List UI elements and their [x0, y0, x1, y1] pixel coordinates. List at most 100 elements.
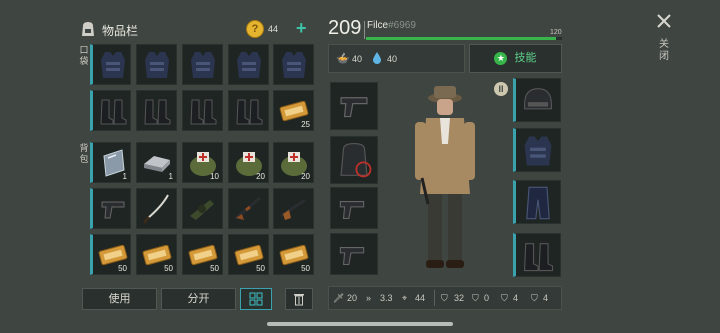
- player-name: Filce: [367, 20, 389, 31]
- pistol-icon: [339, 247, 365, 266]
- inventory-slot-ticket[interactable]: 50: [273, 234, 314, 275]
- inventory-slot-vest[interactable]: [273, 44, 314, 85]
- hp-bar-fill: [366, 37, 557, 40]
- attack-icon: 🗡: [333, 293, 345, 303]
- inventory-slot-ticket[interactable]: 50: [136, 234, 177, 275]
- shield-icon: ⛉: [472, 293, 479, 303]
- inventory-slot-boots[interactable]: [182, 90, 223, 131]
- inventory-slot-katana[interactable]: [136, 188, 177, 229]
- item-count: 20: [256, 172, 265, 181]
- shield-b-value: 4: [513, 293, 519, 303]
- attack-value: 20: [347, 293, 358, 303]
- pistol-icon: [339, 201, 365, 220]
- inventory-slot-ticket[interactable]: 25: [273, 90, 314, 131]
- equip-slot-pants[interactable]: [513, 180, 561, 224]
- tactical-vest-icon: [191, 52, 215, 78]
- hunger-icon: 🍲: [336, 53, 350, 65]
- pockets-section-label: 口袋: [79, 45, 89, 66]
- inventory-slot-vest[interactable]: [90, 44, 131, 85]
- inventory-slot-medkit[interactable]: 10: [182, 142, 223, 183]
- inventory-title: 物品栏: [102, 24, 139, 38]
- stats-divider: [434, 290, 435, 306]
- trash-icon: [294, 294, 304, 306]
- inventory-slot-ticket[interactable]: 50: [90, 234, 131, 275]
- grenade-launcher-icon: [190, 200, 214, 220]
- tactical-vest-icon: [524, 136, 552, 166]
- item-count: 50: [210, 264, 219, 273]
- item-count: 1: [168, 172, 173, 181]
- equip-slot-pistol[interactable]: [330, 82, 378, 130]
- equip-slot-pistol[interactable]: [330, 187, 378, 229]
- item-count: 50: [256, 264, 265, 273]
- pistol-icon: [101, 201, 125, 219]
- level-divider: [364, 21, 365, 39]
- home-indicator: [267, 322, 453, 326]
- helmet-icon: [524, 88, 552, 110]
- equip-slot-pistol[interactable]: [330, 233, 378, 275]
- inventory-slot-ingot[interactable]: 1: [136, 142, 177, 183]
- speed-icon: »: [366, 293, 372, 303]
- trash-button[interactable]: [285, 288, 313, 310]
- speed-value: 3.3: [380, 293, 393, 303]
- split-button[interactable]: 分开: [161, 288, 236, 310]
- inventory-slot-medkit[interactable]: 20: [273, 142, 314, 183]
- tactical-vest-icon: [237, 52, 261, 78]
- hunger-value: 40: [352, 54, 363, 64]
- shield-a-value: 0: [484, 293, 490, 303]
- backpack-icon: [340, 142, 372, 178]
- equip-slot-helmet[interactable]: [513, 78, 561, 122]
- inventory-slot-launcher[interactable]: [182, 188, 223, 229]
- item-count: 1: [122, 172, 127, 181]
- boots-icon: [100, 99, 127, 125]
- inventory-slot-boots[interactable]: [136, 90, 177, 131]
- star-icon: ★: [494, 52, 508, 65]
- pistol-icon: [340, 97, 368, 118]
- tactical-vest-icon: [282, 52, 306, 78]
- shield-icon: ⛉: [531, 293, 538, 303]
- grid-icon: [249, 292, 263, 306]
- close-icon: [657, 14, 671, 28]
- equip-slot-vest[interactable]: [513, 128, 561, 172]
- close-label: 关闭: [659, 39, 669, 62]
- item-count: 50: [164, 264, 173, 273]
- item-count: 25: [301, 120, 310, 129]
- inventory-slot-ticket[interactable]: 50: [182, 234, 223, 275]
- inventory-slot-boots[interactable]: [90, 90, 131, 131]
- inventory-slot-medkit[interactable]: 20: [228, 142, 269, 183]
- inventory-slot-rifle[interactable]: [273, 188, 314, 229]
- inventory-slot-boots[interactable]: [228, 90, 269, 131]
- grid-view-button[interactable]: [240, 288, 272, 310]
- add-coins-button[interactable]: +: [296, 18, 307, 39]
- coin-icon: ?: [246, 20, 264, 38]
- inventory-slot-shotgun[interactable]: [228, 188, 269, 229]
- character-model: [415, 86, 475, 268]
- hp-bar: [366, 37, 562, 40]
- item-count: 50: [118, 264, 127, 273]
- close-button[interactable]: 关闭: [652, 12, 676, 74]
- player-name-line: Filce#6969: [367, 20, 416, 31]
- inventory-slot-pistol[interactable]: [90, 188, 131, 229]
- item-count: 20: [301, 172, 310, 181]
- info-icon[interactable]: ll: [494, 82, 508, 96]
- shotgun-icon: [235, 196, 261, 220]
- backpack-icon: [79, 20, 97, 38]
- boots-icon: [144, 99, 171, 125]
- skills-button[interactable]: ★ 技能: [469, 44, 562, 73]
- equip-slot-backpack[interactable]: [330, 136, 378, 184]
- inventory-slot-vest[interactable]: [182, 44, 223, 85]
- equip-slot-boots[interactable]: [513, 233, 561, 277]
- hp-max: 120: [550, 29, 562, 36]
- tactical-vest-icon: [101, 52, 125, 78]
- boots-icon: [190, 99, 217, 125]
- armor-icon: ⛉: [441, 293, 448, 303]
- inventory-slot-ticket[interactable]: 50: [228, 234, 269, 275]
- inventory-slot-glass[interactable]: 1: [90, 142, 131, 183]
- thirst-icon: [372, 51, 382, 69]
- coin-count: 44: [268, 24, 279, 34]
- katana-icon: [142, 194, 169, 224]
- use-button[interactable]: 使用: [82, 288, 157, 310]
- inventory-slot-vest[interactable]: [228, 44, 269, 85]
- player-tag: #6969: [388, 20, 416, 31]
- armor-value: 32: [454, 293, 465, 303]
- inventory-slot-vest[interactable]: [136, 44, 177, 85]
